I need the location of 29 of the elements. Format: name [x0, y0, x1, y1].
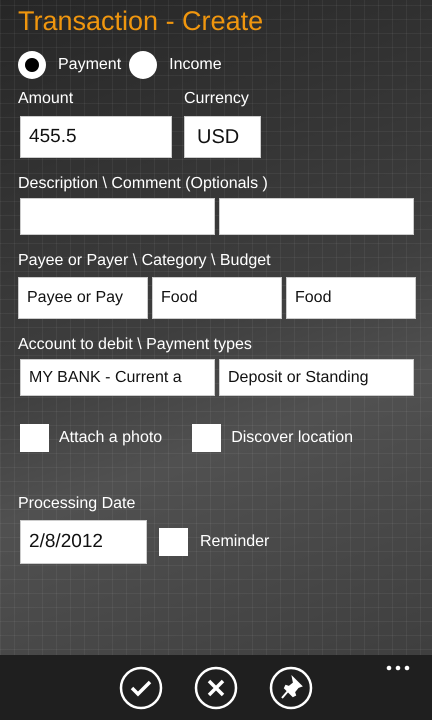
- checkbox-label: Discover location: [231, 429, 354, 447]
- currency-field[interactable]: USD: [184, 116, 261, 158]
- field-label: Amount: [18, 89, 74, 109]
- input-field[interactable]: [20, 198, 215, 235]
- date-field[interactable]: 2/8/2012: [20, 520, 147, 564]
- radio-button[interactable]: Payment: [18, 51, 122, 79]
- checkbox[interactable]: [20, 424, 49, 452]
- checkbox-label: Reminder: [200, 533, 270, 551]
- radio-button[interactable]: Income: [129, 51, 222, 79]
- close-icon[interactable]: [194, 666, 238, 710]
- field-label: Payee or Payer \ Category \ Budget: [18, 251, 271, 271]
- dropdown-field[interactable]: MY BANK - Current a: [20, 359, 215, 396]
- checkbox[interactable]: [159, 528, 188, 556]
- field-label: Account to debit \ Payment types: [18, 335, 252, 355]
- field-label: Description \ Comment (Optionals ): [18, 174, 268, 194]
- input-field[interactable]: Payee or Pay: [18, 277, 148, 319]
- more-icon[interactable]: [386, 665, 410, 671]
- input-field[interactable]: Food: [152, 277, 282, 319]
- checkmark-icon[interactable]: [119, 666, 163, 710]
- input-field[interactable]: [219, 198, 414, 235]
- input-field[interactable]: 455.5: [20, 116, 172, 158]
- field-label: Currency: [184, 89, 250, 109]
- pin-icon[interactable]: [269, 666, 313, 710]
- page-title: Transaction - Create: [18, 5, 264, 38]
- field-label: Processing Date: [18, 494, 136, 514]
- dropdown-field[interactable]: Deposit or Standing: [219, 359, 414, 396]
- checkbox[interactable]: [192, 424, 222, 452]
- input-field[interactable]: Food: [286, 277, 416, 319]
- checkbox-label: Attach a photo: [59, 429, 162, 447]
